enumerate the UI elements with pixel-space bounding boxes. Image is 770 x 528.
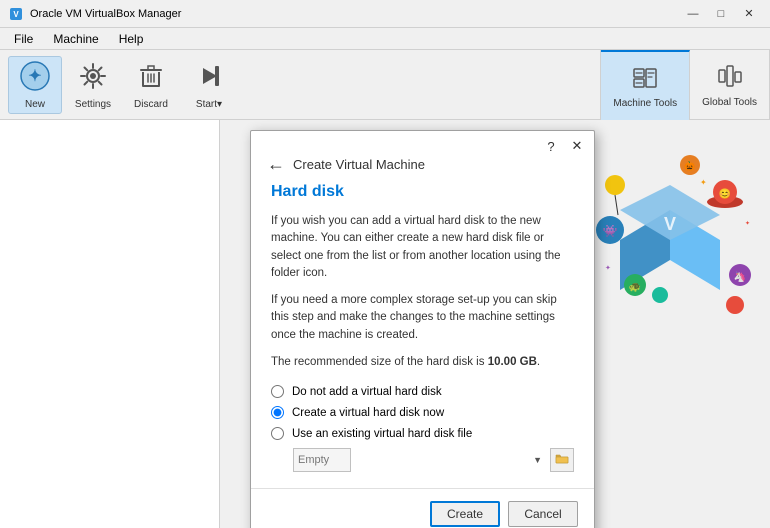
discard-button[interactable]: Discard (124, 56, 178, 114)
cancel-button[interactable]: Cancel (508, 501, 578, 527)
radio-existing-disk[interactable] (271, 427, 284, 440)
dialog-help-button[interactable]: ? (542, 137, 560, 155)
start-icon (193, 60, 225, 95)
description-2: If you need a more complex storage set-u… (271, 292, 574, 344)
option-create-disk[interactable]: Create a virtual hard disk now (271, 406, 574, 419)
new-button[interactable]: ✦ New (8, 56, 62, 114)
close-button[interactable]: ✕ (736, 4, 762, 24)
dropdown-arrow-icon: ▼ (533, 455, 542, 465)
svg-text:✦: ✦ (28, 68, 41, 85)
toolbar-buttons: ✦ New Settings (8, 56, 236, 114)
machine-tools-icon (631, 63, 659, 94)
settings-icon (77, 60, 109, 95)
settings-label: Settings (75, 99, 111, 110)
machine-tools-label: Machine Tools (613, 98, 677, 109)
right-content: V 😊 👾 🎃 🐢 🦄 (220, 120, 770, 528)
option-no-disk[interactable]: Do not add a virtual hard disk (271, 385, 574, 398)
dialog-body: Hard disk If you wish you can add a virt… (251, 183, 594, 488)
menu-help[interactable]: Help (109, 30, 154, 48)
section-title: Hard disk (271, 183, 574, 201)
minimize-button[interactable]: — (680, 4, 706, 24)
folder-icon (555, 452, 569, 469)
menu-file[interactable]: File (4, 30, 43, 48)
radio-create-disk[interactable] (271, 406, 284, 419)
machine-tools-button[interactable]: Machine Tools (601, 50, 690, 120)
menu-bar: File Machine Help (0, 28, 770, 50)
title-bar: V Oracle VM VirtualBox Manager — □ ✕ (0, 0, 770, 28)
disk-dropdown[interactable]: Empty (293, 448, 351, 472)
create-button[interactable]: Create (430, 501, 500, 527)
main-area: V 😊 👾 🎃 🐢 🦄 (0, 120, 770, 528)
dialog-footer: Create Cancel (251, 488, 594, 528)
vm-list (0, 120, 220, 528)
maximize-button[interactable]: □ (708, 4, 734, 24)
new-icon: ✦ (19, 60, 51, 95)
tools-panel: Machine Tools Global Tools (600, 50, 770, 120)
disk-dropdown-wrapper: Empty ▼ (293, 448, 546, 472)
toolbar: ✦ New Settings (0, 50, 770, 120)
app-icon: V (8, 6, 24, 22)
hard-disk-dialog: ? ✕ ← Create Virtual Machine Hard disk I… (250, 130, 595, 528)
discard-icon (135, 60, 167, 95)
discard-label: Discard (134, 99, 168, 110)
dialog-close-button[interactable]: ✕ (568, 137, 586, 155)
dialog-titlebar: ? ✕ (251, 131, 594, 155)
dialog-header: ← Create Virtual Machine (251, 155, 594, 183)
start-button[interactable]: Start▾ (182, 56, 236, 114)
back-button[interactable]: ← (267, 155, 285, 173)
browse-folder-button[interactable] (550, 448, 574, 472)
dialog-header-title: Create Virtual Machine (293, 157, 425, 172)
settings-button[interactable]: Settings (66, 56, 120, 114)
option-existing-disk[interactable]: Use an existing virtual hard disk file (271, 427, 574, 440)
disk-selector: Empty ▼ (293, 448, 574, 472)
menu-machine[interactable]: Machine (43, 30, 108, 48)
recommended-size: 10.00 GB (488, 356, 537, 368)
global-tools-icon (716, 62, 744, 93)
dialog-overlay: ? ✕ ← Create Virtual Machine Hard disk I… (220, 120, 770, 528)
window-title: Oracle VM VirtualBox Manager (30, 8, 680, 20)
start-label: Start▾ (196, 99, 222, 110)
global-tools-label: Global Tools (702, 97, 757, 108)
recommended-text: The recommended size of the hard disk is… (271, 354, 574, 371)
radio-no-disk[interactable] (271, 385, 284, 398)
description-1: If you wish you can add a virtual hard d… (271, 213, 574, 282)
svg-text:V: V (13, 10, 19, 19)
window-controls: — □ ✕ (680, 4, 762, 24)
new-label: New (25, 99, 45, 110)
global-tools-button[interactable]: Global Tools (690, 50, 770, 120)
